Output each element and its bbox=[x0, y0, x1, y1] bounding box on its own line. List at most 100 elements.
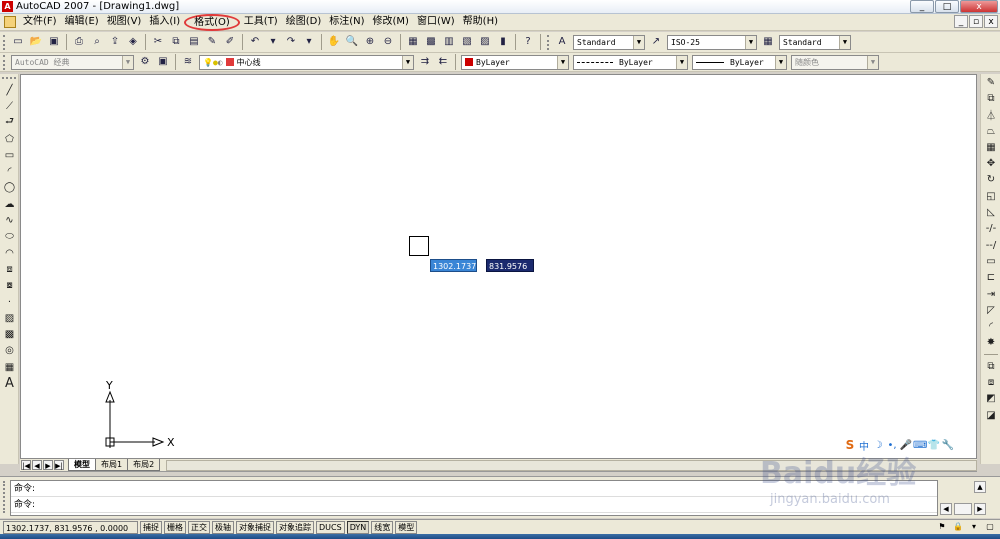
sogou-logo-icon[interactable]: S bbox=[843, 438, 857, 452]
make-current-layer-icon[interactable]: ⇉ bbox=[417, 54, 433, 70]
explode-icon[interactable]: ✸ bbox=[981, 335, 1000, 351]
coordinate-readout[interactable]: 1302.1737, 831.9576 , 0.0000 bbox=[3, 520, 138, 534]
ellipse-icon[interactable]: ⬭ bbox=[0, 229, 19, 245]
command-window-grip[interactable] bbox=[3, 481, 6, 513]
hatch-icon[interactable]: ▨ bbox=[0, 310, 19, 326]
markup-icon[interactable]: ▨ bbox=[477, 34, 493, 50]
stretch-icon[interactable]: ◺ bbox=[981, 204, 1000, 220]
redo-dropdown-icon[interactable]: ▾ bbox=[301, 34, 317, 50]
gradient-icon[interactable]: ▩ bbox=[0, 326, 19, 342]
draw-order-front-icon[interactable]: ⧉ bbox=[981, 358, 1000, 374]
line-icon[interactable]: ╱ bbox=[0, 82, 19, 98]
chevron-down-icon[interactable]: ▼ bbox=[839, 35, 850, 49]
ducs-toggle[interactable]: DUCS bbox=[316, 520, 345, 534]
array-icon[interactable]: ▦ bbox=[981, 139, 1000, 155]
properties-icon[interactable]: ▦ bbox=[405, 34, 421, 50]
polar-toggle[interactable]: 极轴 bbox=[212, 520, 234, 534]
redo-icon[interactable]: ↷ bbox=[283, 34, 299, 50]
command-prompt[interactable]: 命令: bbox=[11, 497, 937, 513]
layer-properties-icon[interactable]: ≋ bbox=[180, 54, 196, 70]
copy-object-icon[interactable]: ⧉ bbox=[981, 90, 1000, 106]
menu-format[interactable]: 格式(O) bbox=[184, 13, 240, 31]
lineweight-toggle[interactable]: 线宽 bbox=[371, 520, 394, 534]
menu-tools[interactable]: 工具(T) bbox=[240, 14, 282, 30]
revision-cloud-icon[interactable]: ☁ bbox=[0, 196, 19, 212]
publish-icon[interactable]: ⇪ bbox=[107, 34, 123, 50]
zoom-realtime-icon[interactable]: 🔍 bbox=[344, 34, 360, 50]
ime-mode-label[interactable]: 中 bbox=[857, 438, 871, 453]
toolbar-grip[interactable] bbox=[3, 54, 6, 70]
scale-icon[interactable]: ◱ bbox=[981, 188, 1000, 204]
command-history[interactable]: 命令: 命令: bbox=[10, 480, 938, 516]
design-center-icon[interactable]: ▩ bbox=[423, 34, 439, 50]
tool-palettes-icon[interactable]: ▥ bbox=[441, 34, 457, 50]
toolbar-grip[interactable] bbox=[3, 34, 6, 50]
print-icon[interactable]: ⎙ bbox=[71, 34, 87, 50]
maximize-button[interactable]: □ bbox=[935, 0, 959, 13]
trim-icon[interactable]: -/- bbox=[981, 221, 1000, 237]
fillet-icon[interactable]: ◜ bbox=[981, 318, 1000, 334]
lock-icon[interactable]: 🔒 bbox=[951, 521, 965, 533]
erase-icon[interactable]: ✎ bbox=[981, 74, 1000, 90]
menu-help[interactable]: 帮助(H) bbox=[459, 14, 502, 30]
pan-icon[interactable]: ✋ bbox=[326, 34, 342, 50]
drawing-canvas[interactable]: 1302.1737 831.9576 Y X bbox=[20, 74, 977, 459]
command-scrollbar[interactable]: ◀ ▶ ▲ bbox=[938, 480, 988, 516]
break-at-point-icon[interactable]: ▭ bbox=[981, 253, 1000, 269]
chevron-down-icon[interactable]: ▼ bbox=[775, 55, 786, 69]
menu-edit[interactable]: 编辑(E) bbox=[61, 14, 103, 30]
chevron-down-icon[interactable]: ▼ bbox=[122, 55, 133, 69]
help-icon[interactable]: ? bbox=[520, 34, 536, 50]
calculator-icon[interactable]: ▮ bbox=[495, 34, 511, 50]
first-tab-icon[interactable]: |◀ bbox=[21, 460, 31, 470]
make-block-icon[interactable]: ⧇ bbox=[0, 278, 19, 294]
table-style-icon[interactable]: ▦ bbox=[760, 34, 776, 50]
multiline-text-icon[interactable]: A bbox=[0, 375, 19, 391]
open-file-icon[interactable]: 📂 bbox=[28, 34, 44, 50]
paste-icon[interactable]: ▤ bbox=[186, 34, 202, 50]
draw-order-above-icon[interactable]: ◩ bbox=[981, 391, 1000, 407]
ellipse-arc-icon[interactable]: ◠ bbox=[0, 245, 19, 261]
scroll-thumb[interactable] bbox=[954, 503, 972, 515]
keyboard-icon[interactable]: ⌨ bbox=[913, 440, 927, 451]
chevron-down-icon[interactable]: ▼ bbox=[633, 35, 644, 49]
layer-select[interactable]: 💡 ● ◐ 中心线 ▼ bbox=[199, 54, 414, 70]
chevron-down-icon[interactable]: ▼ bbox=[402, 55, 413, 69]
circle-icon[interactable]: ◯ bbox=[0, 180, 19, 196]
polygon-icon[interactable]: ⬠ bbox=[0, 131, 19, 147]
arc-icon[interactable]: ◜ bbox=[0, 163, 19, 179]
moon-icon[interactable]: ☽ bbox=[871, 440, 885, 451]
wrench-icon[interactable]: 🔧 bbox=[941, 440, 955, 451]
cut-icon[interactable]: ✂ bbox=[150, 34, 166, 50]
workspace-settings-icon[interactable]: ⚙ bbox=[137, 54, 153, 70]
dim-style-icon[interactable]: ↗ bbox=[648, 34, 664, 50]
extend-icon[interactable]: --/ bbox=[981, 237, 1000, 253]
menu-draw[interactable]: 绘图(D) bbox=[282, 14, 326, 30]
rectangle-icon[interactable]: ▭ bbox=[0, 147, 19, 163]
menu-file[interactable]: 文件(F) bbox=[19, 14, 61, 30]
last-tab-icon[interactable]: ▶| bbox=[54, 460, 64, 470]
polyline-icon[interactable]: ⮐ bbox=[0, 115, 19, 131]
undo-dropdown-icon[interactable]: ▾ bbox=[265, 34, 281, 50]
zoom-previous-icon[interactable]: ⊖ bbox=[380, 34, 396, 50]
match-properties-icon[interactable]: ✎ bbox=[204, 34, 220, 50]
insert-block-icon[interactable]: ⧈ bbox=[0, 261, 19, 277]
menu-window[interactable]: 窗口(W) bbox=[413, 14, 459, 30]
chevron-down-icon[interactable]: ▼ bbox=[745, 35, 756, 49]
3d-dwf-icon[interactable]: ◈ bbox=[125, 34, 141, 50]
status-menu-icon[interactable]: ▾ bbox=[967, 521, 981, 533]
doc-close-button[interactable]: x bbox=[984, 15, 998, 28]
microphone-icon[interactable]: 🎤 bbox=[899, 440, 913, 451]
spline-icon[interactable]: ∿ bbox=[0, 212, 19, 228]
doc-minimize-button[interactable]: _ bbox=[954, 15, 968, 28]
workspace-select[interactable]: AutoCAD 经典 ▼ bbox=[11, 54, 134, 70]
ortho-toggle[interactable]: 正交 bbox=[188, 520, 210, 534]
osnap-toggle[interactable]: 对象捕捉 bbox=[236, 520, 274, 534]
offset-icon[interactable]: ⏢ bbox=[981, 123, 1000, 139]
rotate-icon[interactable]: ↻ bbox=[981, 172, 1000, 188]
move-icon[interactable]: ✥ bbox=[981, 155, 1000, 171]
save-icon[interactable]: ▣ bbox=[46, 34, 62, 50]
shirt-icon[interactable]: 👕 bbox=[927, 440, 941, 451]
model-toggle[interactable]: 模型 bbox=[395, 520, 418, 534]
tab-model[interactable]: 模型 bbox=[68, 459, 96, 471]
